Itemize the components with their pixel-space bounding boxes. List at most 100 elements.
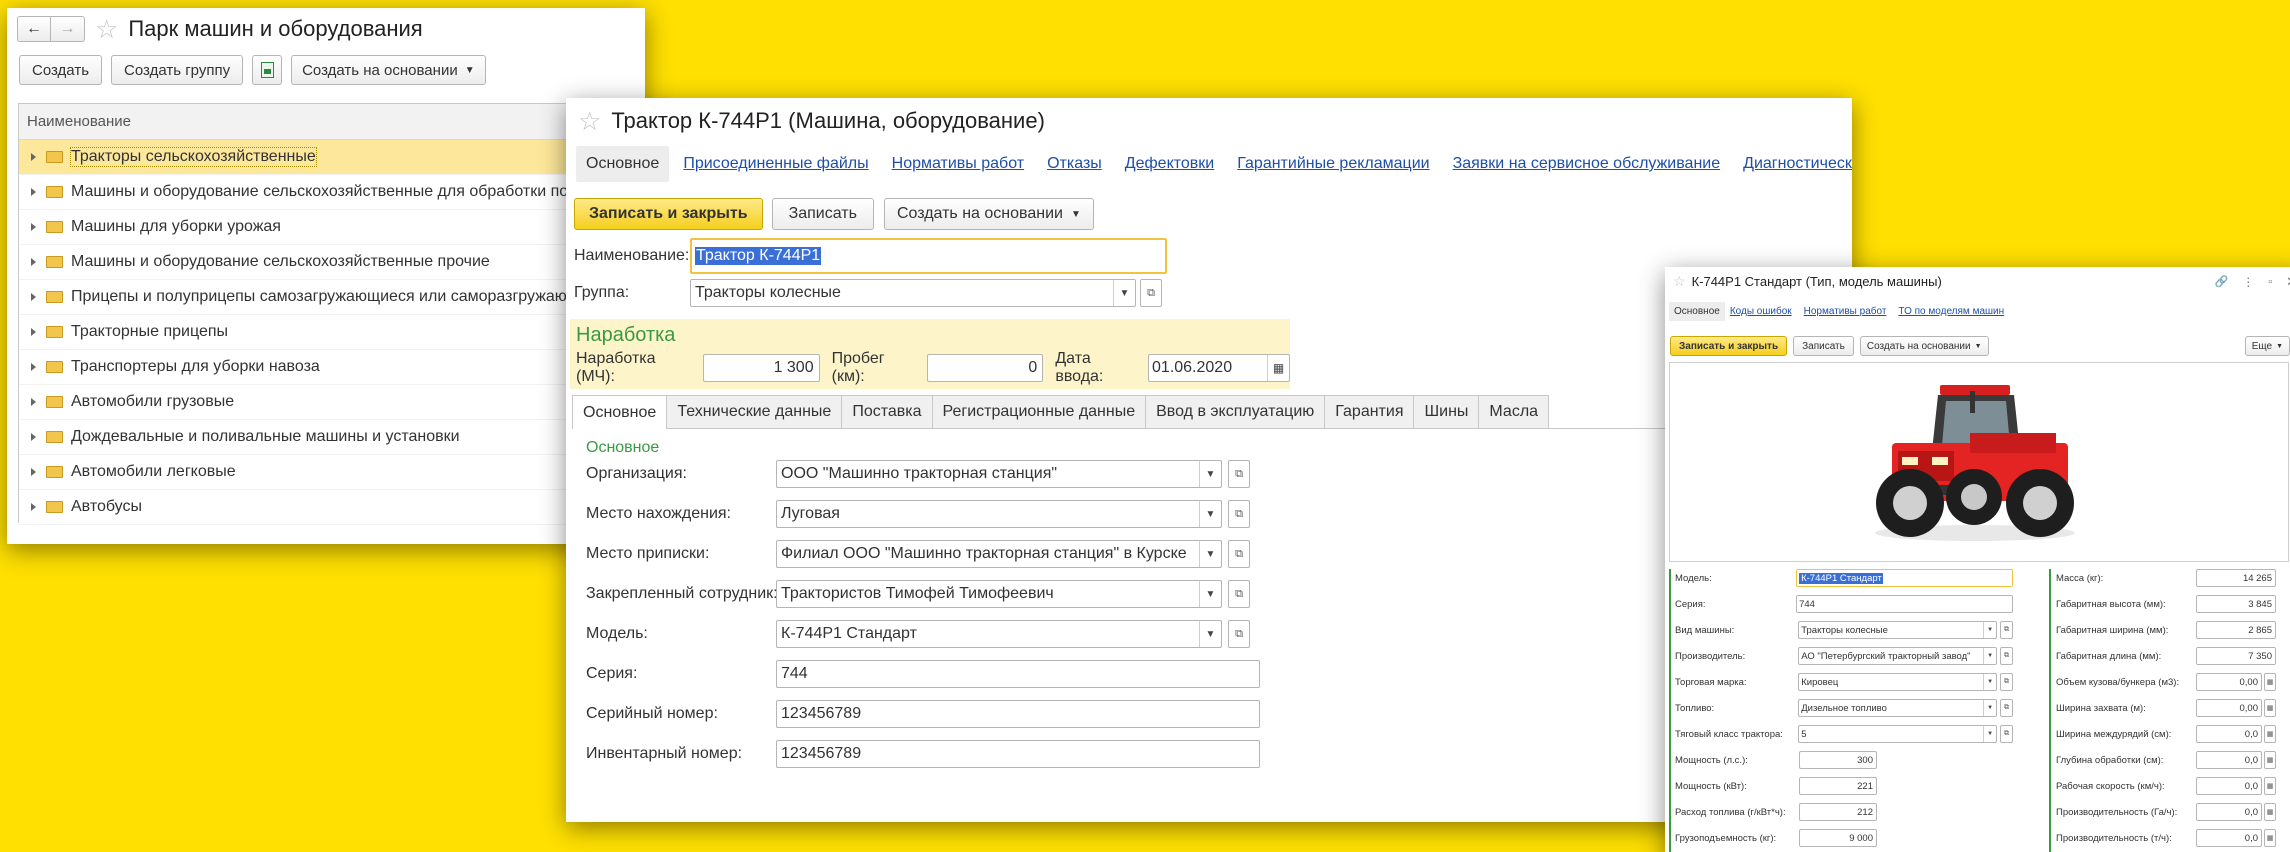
calculator-icon[interactable]: ▦ xyxy=(2264,777,2276,795)
dropdown-arrow-icon[interactable]: ▼ xyxy=(1983,648,1996,664)
field-input[interactable]: 14 265 xyxy=(2196,569,2276,587)
list-item[interactable]: Автобусы xyxy=(19,490,645,525)
expand-arrow-icon[interactable] xyxy=(31,363,36,371)
nav-tab[interactable]: Основное xyxy=(576,146,670,182)
nav-tab[interactable]: Диагностические карты xyxy=(1743,155,1852,173)
expand-arrow-icon[interactable] xyxy=(31,223,36,231)
dropdown-arrow-icon[interactable]: ▼ xyxy=(1983,622,1996,638)
forward-button[interactable]: → xyxy=(51,16,85,42)
list-item[interactable]: Дождевальные и поливальные машины и уста… xyxy=(19,420,645,455)
dropdown-arrow-icon[interactable]: ▼ xyxy=(1199,501,1221,527)
dropdown-arrow-icon[interactable]: ▼ xyxy=(1983,726,1996,742)
open-icon[interactable]: ⧉ xyxy=(1140,279,1162,307)
field-input[interactable]: 5 ▼ xyxy=(1798,725,1998,743)
dropdown-arrow-icon[interactable]: ▼ xyxy=(1983,674,1996,690)
field-input[interactable]: 0,0 xyxy=(2196,777,2262,795)
sub-tab[interactable]: Технические данные xyxy=(666,395,843,428)
field-input[interactable]: 744 xyxy=(1796,595,2013,613)
field-input[interactable]: АО "Петербургский тракторный завод" ▼ xyxy=(1798,647,1998,665)
calculator-icon[interactable]: ▦ xyxy=(2264,725,2276,743)
open-icon[interactable]: ⧉ xyxy=(2000,725,2013,743)
nav-tab[interactable]: Коды ошибок xyxy=(1730,306,1792,317)
list-item[interactable]: Прицепы и полуприцепы самозагружающиеся … xyxy=(19,280,645,315)
field-input[interactable]: Луговая ▼ xyxy=(776,500,1222,528)
dropdown-arrow-icon[interactable]: ▼ xyxy=(1199,621,1221,647)
list-item[interactable]: Тракторы сельскохозяйственные xyxy=(19,140,645,175)
nav-tab[interactable]: Отказы xyxy=(1047,155,1102,173)
date-input[interactable]: 01.06.2020 ▦ xyxy=(1148,354,1291,382)
create-based-button[interactable]: Создать на основании ▼ xyxy=(1859,336,1989,356)
calculator-icon[interactable]: ▦ xyxy=(2264,699,2276,717)
favorite-star-icon[interactable]: ☆ xyxy=(578,108,601,134)
save-close-button[interactable]: Записать и закрыть xyxy=(574,198,763,230)
expand-arrow-icon[interactable] xyxy=(31,328,36,336)
nav-tab[interactable]: Гарантийные рекламации xyxy=(1237,155,1429,173)
field-input[interactable]: 221 xyxy=(1799,777,1877,795)
sub-tab[interactable]: Основное xyxy=(572,395,668,429)
field-input[interactable]: 0,0 xyxy=(2196,725,2262,743)
expand-arrow-icon[interactable] xyxy=(31,398,36,406)
list-item[interactable]: Машины и оборудование сельскохозяйственн… xyxy=(19,245,645,280)
field-input[interactable]: К-744Р1 Стандарт ▼ xyxy=(776,620,1222,648)
more-button[interactable]: Еще ▼ xyxy=(2244,336,2290,356)
field-input[interactable]: 3 845 xyxy=(2196,595,2276,613)
mileage-input[interactable]: 0 xyxy=(926,354,1044,382)
maximize-icon[interactable]: ▫ xyxy=(2268,276,2272,288)
calculator-icon[interactable]: ▦ xyxy=(2264,751,2276,769)
field-input[interactable]: 0,0 xyxy=(2196,803,2262,821)
list-item[interactable]: Транспортеры для уборки навоза xyxy=(19,350,645,385)
list-item[interactable]: Машины для уборки урожая xyxy=(19,210,645,245)
calendar-icon[interactable]: ▦ xyxy=(1267,355,1289,381)
save-button[interactable]: Записать xyxy=(771,198,874,230)
dropdown-arrow-icon[interactable]: ▼ xyxy=(1983,700,1996,716)
sub-tab[interactable]: Регистрационные данные xyxy=(931,395,1147,428)
field-input[interactable]: 9 000 xyxy=(1799,829,1877,847)
calculator-icon[interactable]: ▦ xyxy=(2264,829,2276,847)
open-icon[interactable]: ⧉ xyxy=(2000,647,2013,665)
open-icon[interactable]: ⧉ xyxy=(1228,620,1250,648)
field-input[interactable]: 0,0 xyxy=(2196,751,2262,769)
expand-arrow-icon[interactable] xyxy=(31,503,36,511)
sub-tab[interactable]: Гарантия xyxy=(1324,395,1415,428)
link-icon[interactable]: 🔗 xyxy=(2214,275,2228,288)
dropdown-arrow-icon[interactable]: ▼ xyxy=(1199,581,1221,607)
field-input[interactable]: 2 865 xyxy=(2196,621,2276,639)
expand-arrow-icon[interactable] xyxy=(31,293,36,301)
create-based-button[interactable]: Создать на основании ▼ xyxy=(883,198,1094,230)
group-select[interactable]: Тракторы колесные ▼ xyxy=(690,279,1136,307)
save-button[interactable]: Записать xyxy=(1793,336,1854,356)
field-input[interactable]: 0,00 xyxy=(2196,699,2262,717)
field-input[interactable]: 7 350 xyxy=(2196,647,2276,665)
field-input[interactable]: 744 xyxy=(776,660,1260,688)
open-icon[interactable]: ⧉ xyxy=(1228,540,1250,568)
back-button[interactable]: ← xyxy=(17,16,51,42)
field-input[interactable]: Дизельное топливо ▼ xyxy=(1798,699,1998,717)
export-button[interactable] xyxy=(252,55,283,85)
field-input[interactable]: 0,0 xyxy=(2196,829,2262,847)
field-input[interactable]: 123456789 xyxy=(776,740,1260,768)
field-input[interactable]: 0,00 xyxy=(2196,673,2262,691)
create-based-button[interactable]: Создать на основании ▼ xyxy=(291,55,486,85)
open-icon[interactable]: ⧉ xyxy=(1228,580,1250,608)
expand-arrow-icon[interactable] xyxy=(31,188,36,196)
field-input[interactable]: Кировец ▼ xyxy=(1798,673,1998,691)
expand-arrow-icon[interactable] xyxy=(31,433,36,441)
sub-tab[interactable]: Поставка xyxy=(841,395,933,428)
favorite-star-icon[interactable]: ☆ xyxy=(95,16,118,42)
list-item[interactable]: Автомобили грузовые xyxy=(19,385,645,420)
sub-tab[interactable]: Шины xyxy=(1413,395,1480,428)
nav-tab[interactable]: Заявки на сервисное обслуживание xyxy=(1453,155,1721,173)
list-item[interactable]: Автомобили легковые xyxy=(19,455,645,490)
list-item[interactable]: Тракторные прицепы xyxy=(19,315,645,350)
field-input[interactable]: 300 xyxy=(1799,751,1877,769)
create-button[interactable]: Создать xyxy=(19,55,103,85)
save-close-button[interactable]: Записать и закрыть xyxy=(1670,336,1788,356)
calculator-icon[interactable]: ▦ xyxy=(2264,673,2276,691)
nav-tab[interactable]: Основное xyxy=(1669,301,1725,321)
open-icon[interactable]: ⧉ xyxy=(2000,699,2013,717)
field-input[interactable]: ООО "Машинно тракторная станция" ▼ xyxy=(776,460,1222,488)
field-input[interactable]: К-744Р1 Стандарт xyxy=(1796,569,2013,587)
field-input[interactable]: 212 xyxy=(1799,803,1877,821)
more-vertical-icon[interactable]: ⋮ xyxy=(2242,275,2254,289)
calculator-icon[interactable]: ▦ xyxy=(2264,803,2276,821)
